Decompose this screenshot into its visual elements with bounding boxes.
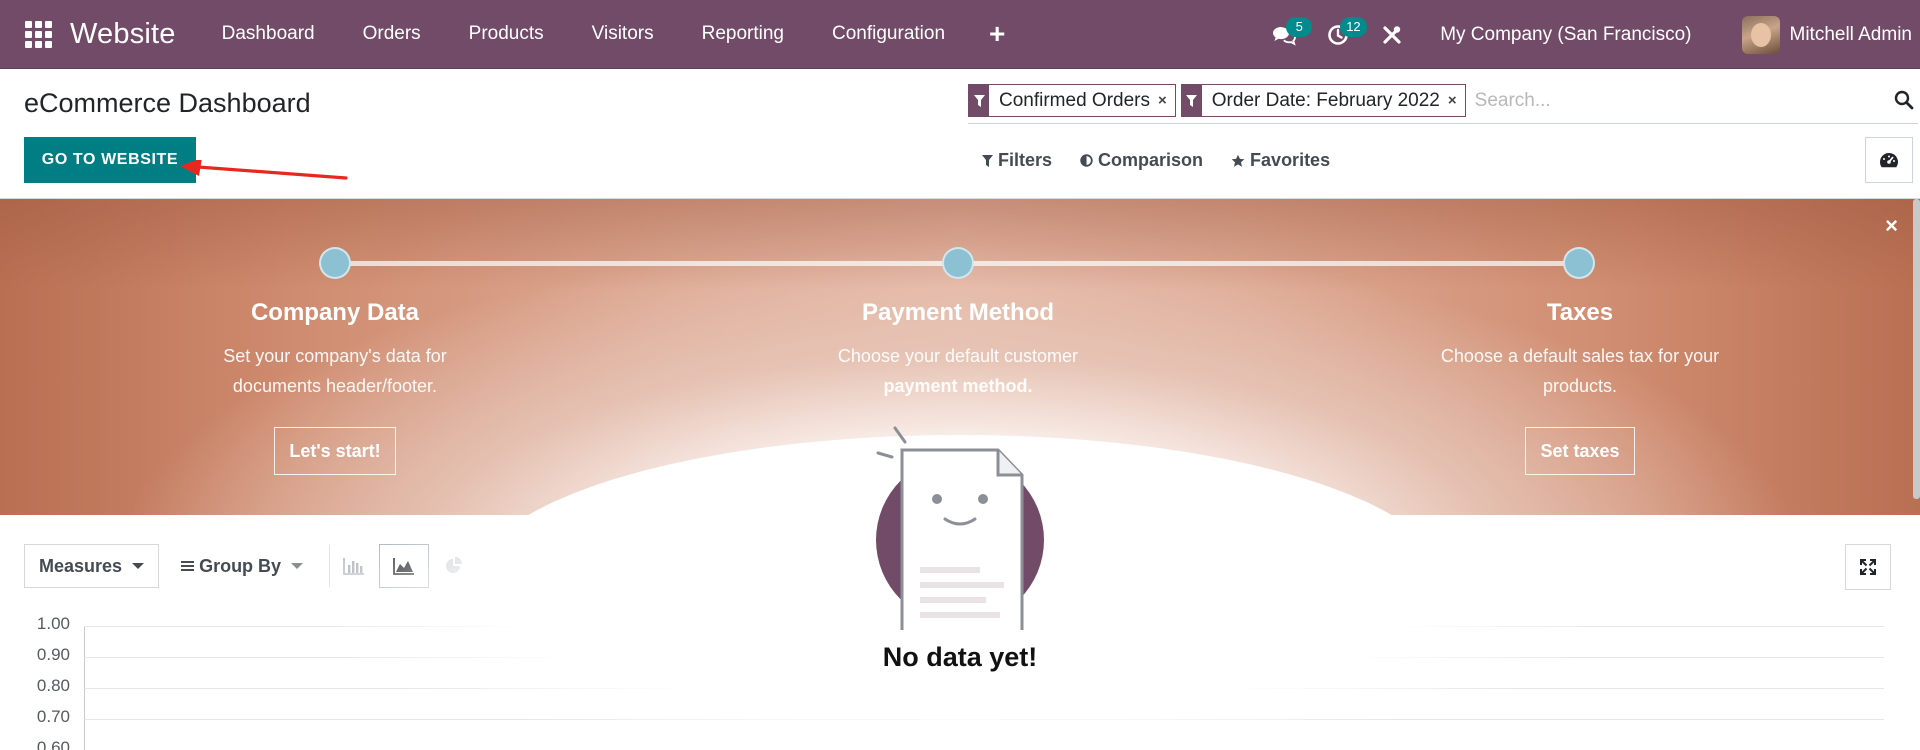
favorites-dropdown[interactable]: Favorites bbox=[1231, 150, 1330, 171]
y-tick-label: 0.60 bbox=[36, 738, 70, 750]
step-company-data: Company Data Set your company's data for… bbox=[165, 299, 505, 475]
groupby-dropdown[interactable]: Group By bbox=[167, 544, 317, 588]
star-icon bbox=[1231, 154, 1245, 167]
app-name[interactable]: Website bbox=[70, 18, 176, 51]
groupby-label: Group By bbox=[199, 555, 282, 576]
fullscreen-button[interactable] bbox=[1845, 544, 1891, 590]
tools-icon bbox=[1383, 25, 1401, 44]
lets-start-button[interactable]: Let's start! bbox=[274, 427, 396, 475]
main-menu: Dashboard Orders Products Visitors Repor… bbox=[198, 20, 1026, 48]
search-input[interactable] bbox=[1474, 84, 1865, 117]
no-data-helper: No data yet! bbox=[340, 426, 1580, 750]
step-payment-method: Payment Method Choose your default custo… bbox=[788, 299, 1128, 401]
step-description: documents header/footer. bbox=[232, 376, 438, 396]
smiling-document-icon bbox=[876, 426, 1044, 630]
y-tick-label: 1.00 bbox=[36, 614, 70, 633]
favorites-label: Favorites bbox=[1250, 150, 1331, 170]
dashboard-view-button[interactable] bbox=[1865, 137, 1913, 183]
search-icon[interactable] bbox=[1894, 90, 1914, 110]
menu-reporting[interactable]: Reporting bbox=[678, 23, 808, 45]
facet-order-date[interactable]: Order Date: February 2022 × bbox=[1180, 84, 1466, 117]
step-description: payment method. bbox=[883, 376, 1033, 396]
step-title: Taxes bbox=[1546, 299, 1614, 326]
menu-orders[interactable]: Orders bbox=[339, 23, 445, 45]
company-switcher[interactable]: My Company (San Francisco) bbox=[1440, 24, 1691, 46]
caret-down-icon bbox=[291, 563, 304, 569]
step-dot-taxes bbox=[1563, 247, 1595, 279]
step-taxes: Taxes Choose a default sales tax for you… bbox=[1410, 299, 1750, 475]
filters-label: Filters bbox=[998, 150, 1053, 170]
activity-menu[interactable]: 12 bbox=[1318, 15, 1367, 55]
menu-products[interactable]: Products bbox=[445, 23, 568, 45]
search-bar: Confirmed Orders × Order Date: February … bbox=[968, 84, 1918, 124]
y-tick-label: 0.70 bbox=[36, 707, 70, 726]
dashboard-gauge-icon bbox=[1880, 153, 1898, 168]
facet-remove-icon[interactable]: × bbox=[1158, 85, 1175, 116]
step-description: Choose your default customer bbox=[837, 346, 1079, 366]
messaging-menu[interactable]: 5 bbox=[1264, 15, 1313, 55]
comparison-label: Comparison bbox=[1098, 150, 1204, 170]
no-data-title: No data yet! bbox=[882, 642, 1038, 672]
annotation-arrow bbox=[180, 160, 348, 180]
page-scrollbar[interactable] bbox=[1913, 199, 1920, 499]
step-description: Set your company's data for bbox=[223, 346, 447, 366]
list-icon bbox=[181, 561, 195, 571]
app-grid-icon[interactable] bbox=[24, 20, 52, 48]
y-tick-label: 0.90 bbox=[36, 645, 70, 664]
facet-remove-icon[interactable]: × bbox=[1448, 85, 1465, 116]
measures-label: Measures bbox=[39, 555, 123, 576]
step-description: products. bbox=[1542, 376, 1618, 396]
page-title: eCommerce Dashboard bbox=[24, 88, 311, 118]
filter-icon bbox=[969, 85, 989, 116]
filter-icon bbox=[1181, 85, 1202, 116]
step-title: Company Data bbox=[250, 299, 420, 326]
menu-configuration[interactable]: Configuration bbox=[808, 23, 969, 45]
go-to-website-button[interactable]: GO TO WEBSITE bbox=[24, 137, 196, 183]
facet-label: Order Date: February 2022 bbox=[1211, 89, 1440, 111]
close-icon[interactable]: × bbox=[1885, 213, 1898, 239]
user-menu[interactable]: Mitchell Admin bbox=[1790, 24, 1913, 46]
menu-visitors[interactable]: Visitors bbox=[568, 23, 678, 45]
user-avatar[interactable] bbox=[1741, 15, 1780, 54]
facet-confirmed-orders[interactable]: Confirmed Orders × bbox=[968, 84, 1176, 117]
search-options: Filters Comparison Favorites bbox=[982, 150, 1358, 171]
step-description: Choose a default sales tax for your bbox=[1440, 346, 1720, 366]
systray: 5 12 My Company (San Francisco) Mitchell… bbox=[1264, 0, 1912, 69]
top-navbar: Website Dashboard Orders Products Visito… bbox=[0, 0, 1920, 69]
caret-down-icon bbox=[132, 563, 145, 569]
measures-dropdown[interactable]: Measures bbox=[24, 544, 160, 588]
set-taxes-button[interactable]: Set taxes bbox=[1525, 427, 1635, 475]
adjust-icon bbox=[1080, 154, 1093, 167]
step-title: Payment Method bbox=[861, 299, 1055, 326]
step-dot-company bbox=[319, 247, 351, 279]
debug-menu[interactable] bbox=[1372, 15, 1412, 55]
step-dot-payment bbox=[942, 247, 974, 279]
filter-icon bbox=[982, 154, 993, 167]
messages-badge: 5 bbox=[1286, 16, 1313, 37]
facet-label: Confirmed Orders bbox=[999, 89, 1150, 111]
y-tick-label: 0.80 bbox=[36, 676, 70, 695]
expand-icon bbox=[1860, 559, 1876, 575]
menu-add-button[interactable]: + bbox=[969, 20, 1025, 48]
activities-badge: 12 bbox=[1340, 16, 1367, 37]
comparison-dropdown[interactable]: Comparison bbox=[1080, 150, 1203, 171]
filters-dropdown[interactable]: Filters bbox=[982, 150, 1052, 171]
menu-dashboard[interactable]: Dashboard bbox=[198, 23, 339, 45]
